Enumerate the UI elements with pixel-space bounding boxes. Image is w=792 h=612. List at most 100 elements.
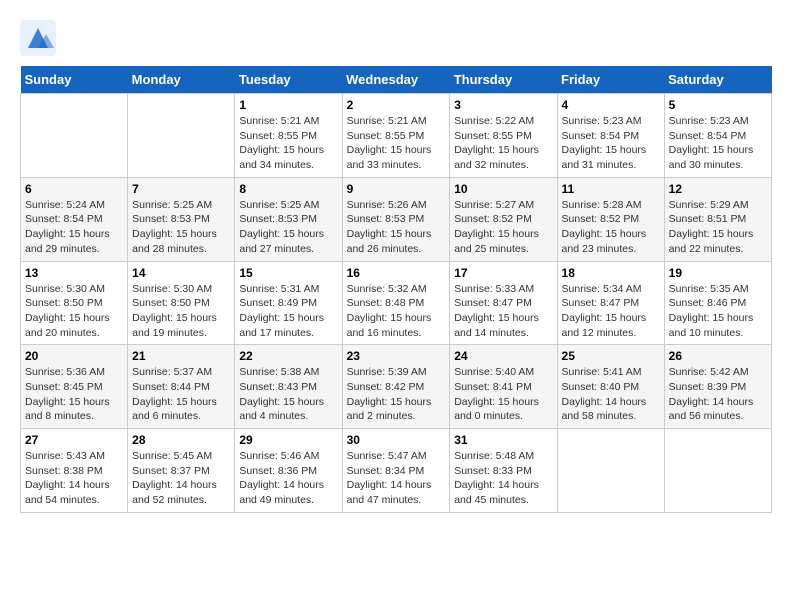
calendar-cell: 29 Sunrise: 5:46 AM Sunset: 8:36 PM Dayli…: [235, 429, 342, 513]
cell-content: Sunrise: 5:34 AM Sunset: 8:47 PM Dayligh…: [562, 282, 660, 341]
day-number: 19: [669, 266, 767, 280]
calendar-header-row: SundayMondayTuesdayWednesdayThursdayFrid…: [21, 66, 772, 94]
day-number: 15: [239, 266, 337, 280]
calendar-cell: [557, 429, 664, 513]
cell-content: Sunrise: 5:39 AM Sunset: 8:42 PM Dayligh…: [347, 365, 446, 424]
calendar-cell: 27 Sunrise: 5:43 AM Sunset: 8:38 PM Dayli…: [21, 429, 128, 513]
cell-content: Sunrise: 5:43 AM Sunset: 8:38 PM Dayligh…: [25, 449, 123, 508]
day-number: 5: [669, 98, 767, 112]
calendar-cell: 12 Sunrise: 5:29 AM Sunset: 8:51 PM Dayli…: [664, 177, 771, 261]
cell-content: Sunrise: 5:22 AM Sunset: 8:55 PM Dayligh…: [454, 114, 552, 173]
calendar-cell: 20 Sunrise: 5:36 AM Sunset: 8:45 PM Dayli…: [21, 345, 128, 429]
calendar-cell: 13 Sunrise: 5:30 AM Sunset: 8:50 PM Dayli…: [21, 261, 128, 345]
calendar-cell: 10Sunrise: 5:27 AM Sunset: 8:52 PM Dayli…: [450, 177, 557, 261]
day-number: 17: [454, 266, 552, 280]
day-number: 22: [239, 349, 337, 363]
page-header: [20, 20, 772, 56]
calendar-cell: [664, 429, 771, 513]
calendar-week-1: 1Sunrise: 5:21 AM Sunset: 8:55 PM Daylig…: [21, 94, 772, 178]
day-number: 4: [562, 98, 660, 112]
calendar-cell: 5 Sunrise: 5:23 AM Sunset: 8:54 PM Daylig…: [664, 94, 771, 178]
cell-content: Sunrise: 5:23 AM Sunset: 8:54 PM Dayligh…: [669, 114, 767, 173]
day-number: 8: [239, 182, 337, 196]
cell-content: Sunrise: 5:29 AM Sunset: 8:51 PM Dayligh…: [669, 198, 767, 257]
day-number: 11: [562, 182, 660, 196]
day-number: 27: [25, 433, 123, 447]
day-number: 9: [347, 182, 446, 196]
calendar-cell: 19 Sunrise: 5:35 AM Sunset: 8:46 PM Dayli…: [664, 261, 771, 345]
cell-content: Sunrise: 5:33 AM Sunset: 8:47 PM Dayligh…: [454, 282, 552, 341]
calendar-cell: 9 Sunrise: 5:26 AM Sunset: 8:53 PM Daylig…: [342, 177, 450, 261]
day-number: 12: [669, 182, 767, 196]
calendar-cell: 17 Sunrise: 5:33 AM Sunset: 8:47 PM Dayli…: [450, 261, 557, 345]
calendar-table: SundayMondayTuesdayWednesdayThursdayFrid…: [20, 66, 772, 513]
day-number: 28: [132, 433, 230, 447]
calendar-cell: [21, 94, 128, 178]
day-number: 25: [562, 349, 660, 363]
calendar-cell: 23 Sunrise: 5:39 AM Sunset: 8:42 PM Dayli…: [342, 345, 450, 429]
cell-content: Sunrise: 5:45 AM Sunset: 8:37 PM Dayligh…: [132, 449, 230, 508]
calendar-cell: 14 Sunrise: 5:30 AM Sunset: 8:50 PM Dayli…: [128, 261, 235, 345]
calendar-cell: 2Sunrise: 5:21 AM Sunset: 8:55 PM Daylig…: [342, 94, 450, 178]
day-number: 1: [239, 98, 337, 112]
day-number: 29: [239, 433, 337, 447]
cell-content: Sunrise: 5:25 AM Sunset: 8:53 PM Dayligh…: [132, 198, 230, 257]
day-number: 6: [25, 182, 123, 196]
day-number: 10: [454, 182, 552, 196]
cell-content: Sunrise: 5:48 AM Sunset: 8:33 PM Dayligh…: [454, 449, 552, 508]
calendar-cell: 30 Sunrise: 5:47 AM Sunset: 8:34 PM Dayli…: [342, 429, 450, 513]
calendar-cell: 22Sunrise: 5:38 AM Sunset: 8:43 PM Dayli…: [235, 345, 342, 429]
calendar-week-2: 6 Sunrise: 5:24 AM Sunset: 8:54 PM Daylig…: [21, 177, 772, 261]
cell-content: Sunrise: 5:28 AM Sunset: 8:52 PM Dayligh…: [562, 198, 660, 257]
day-number: 21: [132, 349, 230, 363]
cell-content: Sunrise: 5:46 AM Sunset: 8:36 PM Dayligh…: [239, 449, 337, 508]
calendar-cell: 3 Sunrise: 5:22 AM Sunset: 8:55 PM Daylig…: [450, 94, 557, 178]
calendar-cell: 16 Sunrise: 5:32 AM Sunset: 8:48 PM Dayli…: [342, 261, 450, 345]
calendar-cell: 25Sunrise: 5:41 AM Sunset: 8:40 PM Dayli…: [557, 345, 664, 429]
day-header-wednesday: Wednesday: [342, 66, 450, 94]
calendar-cell: 26Sunrise: 5:42 AM Sunset: 8:39 PM Dayli…: [664, 345, 771, 429]
day-number: 26: [669, 349, 767, 363]
calendar-cell: 11 Sunrise: 5:28 AM Sunset: 8:52 PM Dayli…: [557, 177, 664, 261]
calendar-cell: 15Sunrise: 5:31 AM Sunset: 8:49 PM Dayli…: [235, 261, 342, 345]
logo: [20, 20, 60, 56]
day-number: 30: [347, 433, 446, 447]
calendar-week-4: 20 Sunrise: 5:36 AM Sunset: 8:45 PM Dayli…: [21, 345, 772, 429]
calendar-cell: 8Sunrise: 5:25 AM Sunset: 8:53 PM Daylig…: [235, 177, 342, 261]
day-number: 3: [454, 98, 552, 112]
calendar-cell: 4 Sunrise: 5:23 AM Sunset: 8:54 PM Daylig…: [557, 94, 664, 178]
cell-content: Sunrise: 5:47 AM Sunset: 8:34 PM Dayligh…: [347, 449, 446, 508]
cell-content: Sunrise: 5:30 AM Sunset: 8:50 PM Dayligh…: [25, 282, 123, 341]
day-number: 13: [25, 266, 123, 280]
day-header-thursday: Thursday: [450, 66, 557, 94]
calendar-cell: 24 Sunrise: 5:40 AM Sunset: 8:41 PM Dayli…: [450, 345, 557, 429]
calendar-cell: 6 Sunrise: 5:24 AM Sunset: 8:54 PM Daylig…: [21, 177, 128, 261]
day-header-monday: Monday: [128, 66, 235, 94]
day-number: 20: [25, 349, 123, 363]
day-number: 14: [132, 266, 230, 280]
day-number: 31: [454, 433, 552, 447]
day-number: 24: [454, 349, 552, 363]
day-number: 7: [132, 182, 230, 196]
day-number: 16: [347, 266, 446, 280]
calendar-week-5: 27 Sunrise: 5:43 AM Sunset: 8:38 PM Dayli…: [21, 429, 772, 513]
calendar-week-3: 13 Sunrise: 5:30 AM Sunset: 8:50 PM Dayli…: [21, 261, 772, 345]
cell-content: Sunrise: 5:30 AM Sunset: 8:50 PM Dayligh…: [132, 282, 230, 341]
cell-content: Sunrise: 5:35 AM Sunset: 8:46 PM Dayligh…: [669, 282, 767, 341]
day-header-tuesday: Tuesday: [235, 66, 342, 94]
cell-content: Sunrise: 5:36 AM Sunset: 8:45 PM Dayligh…: [25, 365, 123, 424]
calendar-cell: 7 Sunrise: 5:25 AM Sunset: 8:53 PM Daylig…: [128, 177, 235, 261]
day-number: 2: [347, 98, 446, 112]
day-header-sunday: Sunday: [21, 66, 128, 94]
cell-content: Sunrise: 5:26 AM Sunset: 8:53 PM Dayligh…: [347, 198, 446, 257]
calendar-cell: 18 Sunrise: 5:34 AM Sunset: 8:47 PM Dayli…: [557, 261, 664, 345]
day-number: 18: [562, 266, 660, 280]
calendar-cell: [128, 94, 235, 178]
day-number: 23: [347, 349, 446, 363]
cell-content: Sunrise: 5:40 AM Sunset: 8:41 PM Dayligh…: [454, 365, 552, 424]
cell-content: Sunrise: 5:23 AM Sunset: 8:54 PM Dayligh…: [562, 114, 660, 173]
cell-content: Sunrise: 5:32 AM Sunset: 8:48 PM Dayligh…: [347, 282, 446, 341]
cell-content: Sunrise: 5:24 AM Sunset: 8:54 PM Dayligh…: [25, 198, 123, 257]
calendar-cell: 28 Sunrise: 5:45 AM Sunset: 8:37 PM Dayli…: [128, 429, 235, 513]
calendar-cell: 21Sunrise: 5:37 AM Sunset: 8:44 PM Dayli…: [128, 345, 235, 429]
